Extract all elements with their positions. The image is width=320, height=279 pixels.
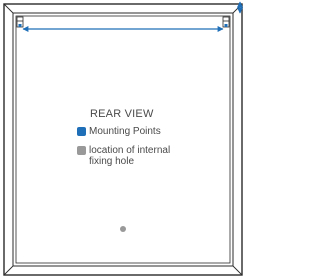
mounting-points-swatch bbox=[77, 127, 86, 136]
fixing-hole-swatch bbox=[77, 146, 86, 155]
rear-view-diagram bbox=[3, 1, 243, 276]
fixing-hole-label-line2: fixing hole bbox=[89, 156, 135, 167]
fixing-hole-label: location of internal fixing hole bbox=[89, 145, 189, 167]
fixing-hole-dot bbox=[120, 226, 126, 232]
view-title: REAR VIEW bbox=[90, 108, 154, 120]
fixing-hole-label-line1: location of internal bbox=[89, 145, 171, 156]
hanging-bracket-icon bbox=[222, 16, 230, 28]
mounting-points-label: Mounting Points bbox=[89, 126, 161, 137]
frame-outline bbox=[3, 3, 243, 276]
hanging-bracket-icon bbox=[16, 16, 24, 28]
